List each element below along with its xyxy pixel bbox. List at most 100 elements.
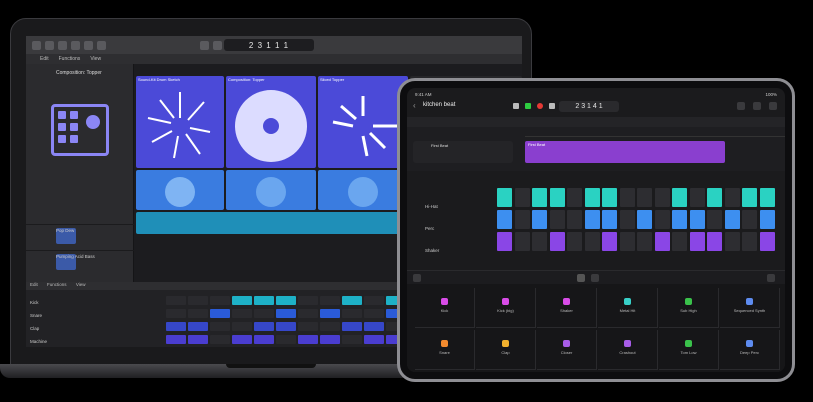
track-header[interactable]: First Beat: [413, 141, 513, 163]
step-pad[interactable]: [637, 232, 652, 251]
step-pad[interactable]: [707, 210, 722, 229]
step-cell[interactable]: [210, 296, 230, 305]
step-pad[interactable]: [724, 188, 740, 207]
step-pad[interactable]: [759, 210, 775, 229]
step-cell[interactable]: [298, 335, 318, 344]
step-cell[interactable]: [210, 309, 230, 318]
step-pad[interactable]: [497, 232, 512, 251]
sound-tile[interactable]: Sequenced Synth: [720, 288, 780, 328]
step-pad[interactable]: [619, 188, 635, 207]
play-icon[interactable]: [525, 103, 531, 109]
step-pad[interactable]: [602, 232, 617, 251]
live-loop-cell[interactable]: [318, 170, 408, 210]
sound-tile[interactable]: Deep Perc: [720, 330, 780, 370]
more-icon[interactable]: [769, 102, 777, 110]
step-cell[interactable]: [232, 322, 252, 331]
sound-tile[interactable]: Kick: [415, 288, 475, 328]
step-cell[interactable]: [166, 322, 186, 331]
step-pad[interactable]: [567, 188, 582, 207]
functions-menu[interactable]: Functions: [47, 282, 67, 287]
step-cell[interactable]: [364, 296, 384, 305]
step-pad[interactable]: [532, 210, 547, 229]
edit-menu[interactable]: Edit: [30, 282, 38, 287]
step-cell[interactable]: [342, 309, 362, 318]
step-pad[interactable]: [619, 210, 635, 229]
step-pad[interactable]: [584, 232, 600, 251]
sound-tile[interactable]: Clap: [476, 330, 536, 370]
toolbar-icon[interactable]: [58, 40, 67, 50]
step-cell[interactable]: [276, 335, 296, 344]
back-icon[interactable]: ‹: [413, 101, 416, 110]
settings-icon[interactable]: [737, 102, 745, 110]
step-pad[interactable]: [742, 188, 757, 207]
step-pad[interactable]: [532, 188, 547, 207]
step-pad[interactable]: [689, 210, 705, 229]
live-loop-cell[interactable]: Sound-Kit Drum Sketch: [136, 76, 224, 168]
step-cell[interactable]: [342, 322, 362, 331]
sound-tile[interactable]: Closer: [537, 330, 597, 370]
step-pad[interactable]: [654, 232, 670, 251]
step-cell[interactable]: [254, 335, 274, 344]
step-pad[interactable]: [707, 232, 722, 251]
sound-tile[interactable]: Tom Low: [659, 330, 719, 370]
step-cell[interactable]: [232, 335, 252, 344]
view-menu[interactable]: View: [76, 282, 86, 287]
step-pad[interactable]: [549, 210, 565, 229]
step-pad[interactable]: [497, 188, 512, 207]
step-pad[interactable]: [672, 210, 687, 229]
step-cell[interactable]: [320, 296, 340, 305]
stop-icon[interactable]: [213, 40, 222, 50]
view-menu[interactable]: View: [90, 56, 101, 62]
functions-menu[interactable]: Functions: [59, 56, 81, 62]
step-cell[interactable]: [188, 322, 208, 331]
keyboard-icon[interactable]: [767, 274, 775, 282]
step-cell[interactable]: [276, 296, 296, 305]
step-cell[interactable]: [342, 335, 362, 344]
sound-tile[interactable]: Metal Hit: [598, 288, 658, 328]
inspector-icon[interactable]: [45, 40, 54, 50]
step-cell[interactable]: [232, 296, 252, 305]
step-pad[interactable]: [532, 232, 547, 251]
step-cell[interactable]: [254, 322, 274, 331]
step-cell[interactable]: [254, 296, 274, 305]
step-pad[interactable]: [497, 210, 512, 229]
step-cell[interactable]: [210, 322, 230, 331]
share-icon[interactable]: [753, 102, 761, 110]
step-pad[interactable]: [654, 210, 670, 229]
step-cell[interactable]: [188, 335, 208, 344]
record-icon[interactable]: [537, 103, 543, 109]
step-cell[interactable]: [276, 322, 296, 331]
library-icon[interactable]: [32, 40, 41, 50]
edit-menu[interactable]: Edit: [40, 56, 49, 62]
region[interactable]: First Beat: [525, 141, 725, 163]
step-pad[interactable]: [637, 188, 652, 207]
live-loop-row[interactable]: [136, 212, 408, 234]
step-pad[interactable]: [742, 210, 757, 229]
sound-tile[interactable]: Snare: [415, 330, 475, 370]
step-pad[interactable]: [549, 232, 565, 251]
live-loop-cell[interactable]: [136, 170, 224, 210]
mixer-icon[interactable]: [84, 40, 93, 50]
step-pad[interactable]: [584, 210, 600, 229]
step-cell[interactable]: [166, 309, 186, 318]
step-cell[interactable]: [364, 335, 384, 344]
view-icon[interactable]: [413, 274, 421, 282]
step-pad[interactable]: [514, 232, 530, 251]
step-cell[interactable]: [342, 296, 362, 305]
step-pad[interactable]: [549, 188, 565, 207]
step-pad[interactable]: [584, 188, 600, 207]
step-pad[interactable]: [567, 232, 582, 251]
step-cell[interactable]: [320, 322, 340, 331]
step-cell[interactable]: [188, 296, 208, 305]
step-pad[interactable]: [689, 188, 705, 207]
step-cell[interactable]: [298, 296, 318, 305]
step-pad[interactable]: [759, 232, 775, 251]
step-pad[interactable]: [672, 188, 687, 207]
step-cell[interactable]: [210, 335, 230, 344]
step-pad[interactable]: [514, 188, 530, 207]
step-cell[interactable]: [364, 309, 384, 318]
sound-tile[interactable]: Sub High: [659, 288, 719, 328]
cycle-icon[interactable]: [549, 103, 555, 109]
step-pad[interactable]: [514, 210, 530, 229]
track-row[interactable]: Pumping Acid Bass: [26, 250, 134, 276]
